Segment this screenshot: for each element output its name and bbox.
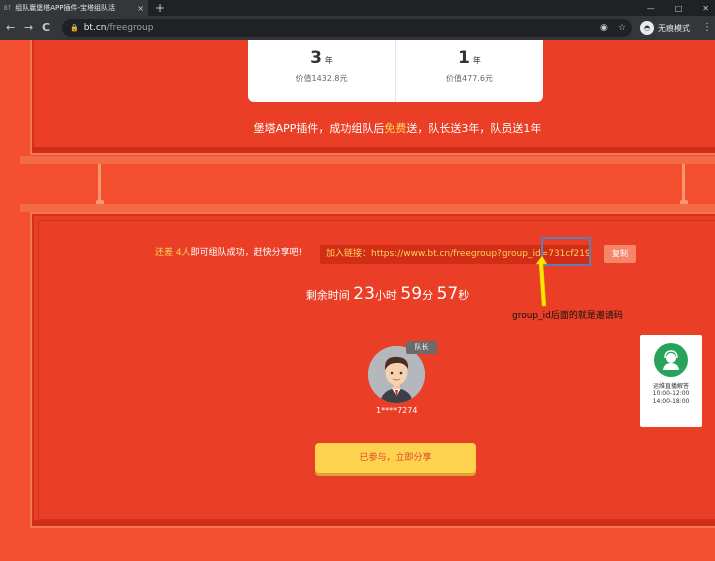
- reward-note: 堡塔APP插件，成功组队后免费送，队长送3年，队员送1年: [0, 120, 715, 136]
- close-window-icon[interactable]: ✕: [702, 4, 709, 13]
- timer-minutes: 59: [400, 284, 423, 304]
- panel-ledge: [20, 204, 715, 212]
- minimize-icon[interactable]: —: [647, 4, 655, 13]
- timer-unit: 分: [422, 289, 434, 302]
- panel-lip: [32, 520, 715, 526]
- reward-member: 奖励队员 1年 价值477.6元: [395, 40, 543, 102]
- star-icon[interactable]: ☆: [618, 16, 626, 40]
- support-hours: 14:00-18:00: [652, 398, 690, 405]
- eye-off-icon[interactable]: ◉: [600, 16, 608, 40]
- url-host: bt.cn: [83, 23, 107, 33]
- tab-title: 组队赢堡塔APP插件-宝塔组队活: [15, 4, 115, 12]
- copy-button[interactable]: 复制: [604, 245, 636, 263]
- timer-seconds: 57: [436, 284, 459, 304]
- url-path: /freegroup: [106, 23, 154, 33]
- support-widget[interactable]: 运维直播解答 10:00-12:00 14:00-18:00: [640, 335, 702, 427]
- headset-icon: [654, 343, 688, 377]
- incognito-label: 无痕模式: [658, 23, 690, 33]
- reward-count: 3: [310, 48, 322, 68]
- support-title: 运维直播解答: [652, 383, 689, 390]
- panel-ledge: [20, 156, 715, 164]
- window-controls: — □ ✕: [647, 0, 709, 16]
- reward-unit: 年: [324, 56, 333, 65]
- hanging-rope: [98, 164, 101, 204]
- reward-unit: 年: [472, 56, 481, 65]
- lack-suffix: 即可组队成功，赶快分享吧!: [190, 248, 303, 258]
- reward-card: 奖励队长 3年 价值1432.8元 奖励队员 1年 价值477.6元: [248, 40, 543, 102]
- panel-lip: [32, 147, 715, 153]
- new-tab-button[interactable]: +: [155, 0, 165, 16]
- note-text: 堡塔APP插件，成功组队后: [253, 122, 385, 135]
- favicon-icon: BT: [4, 4, 12, 12]
- tab-bar: BT 组队赢堡塔APP插件-宝塔组队活 × + — □ ✕: [0, 0, 715, 16]
- incognito-indicator[interactable]: ◓ 无痕模式: [640, 19, 690, 37]
- reward-value: 价值477.6元: [446, 74, 493, 83]
- invite-row: 还差 4人即可组队成功，赶快分享吧! 加入链接：https://www.bt.c…: [0, 242, 715, 264]
- lack-prefix: 还差: [155, 248, 176, 258]
- member-name: 1****7274: [376, 406, 418, 415]
- reward-years: 3年: [310, 48, 333, 68]
- tab-close-icon[interactable]: ×: [137, 4, 144, 13]
- reward-value: 价值1432.8元: [295, 74, 348, 83]
- reward-years: 1年: [458, 48, 481, 68]
- reward-role: 奖励队员: [451, 40, 487, 42]
- back-icon[interactable]: ←: [6, 16, 15, 40]
- lock-icon: 🔒: [70, 24, 79, 32]
- browser-tab[interactable]: BT 组队赢堡塔APP插件-宝塔组队活 ×: [0, 0, 148, 16]
- timer-hours: 23: [353, 284, 375, 304]
- headset-graphic: [663, 350, 679, 370]
- share-button[interactable]: 已参与，立即分享: [315, 443, 476, 473]
- hanging-rope: [682, 164, 685, 204]
- support-hours: 10:00-12:00: [652, 390, 690, 397]
- timer-prefix: 剩余时间: [305, 289, 354, 302]
- incognito-icon: ◓: [640, 21, 654, 35]
- browser-toolbar: ← → C 🔒 bt.cn /freegroup ◉ ☆ ◓ 无痕模式 ⋮: [0, 16, 715, 40]
- lack-count: 4人: [175, 248, 191, 258]
- note-text: 送，队长送3年，队员送1年: [406, 122, 542, 135]
- maximize-icon[interactable]: □: [675, 4, 683, 13]
- reload-icon[interactable]: C: [42, 16, 50, 40]
- page-content: 奖励队长 3年 价值1432.8元 奖励队员 1年 价值477.6元 堡塔APP…: [0, 40, 715, 561]
- reward-leader: 奖励队长 3年 价值1432.8元: [248, 40, 395, 102]
- avatar: [368, 346, 425, 403]
- lack-text: 还差 4人即可组队成功，赶快分享吧!: [155, 242, 302, 264]
- avatar-icon: [368, 346, 425, 403]
- annotation-text: group_id后面的就是邀请码: [512, 311, 623, 321]
- leader-badge: 队长: [406, 341, 437, 354]
- timer-unit: 小时: [374, 289, 397, 302]
- menu-icon[interactable]: ⋮: [702, 16, 712, 40]
- reward-role: 奖励队长: [303, 40, 339, 42]
- forward-icon[interactable]: →: [24, 16, 33, 40]
- note-highlight: 免费: [384, 122, 407, 135]
- timer-unit: 秒: [458, 289, 470, 302]
- reward-count: 1: [458, 48, 470, 68]
- address-bar[interactable]: 🔒 bt.cn /freegroup: [62, 19, 632, 37]
- countdown-timer: 剩余时间 23小时 59分 57秒: [0, 284, 715, 304]
